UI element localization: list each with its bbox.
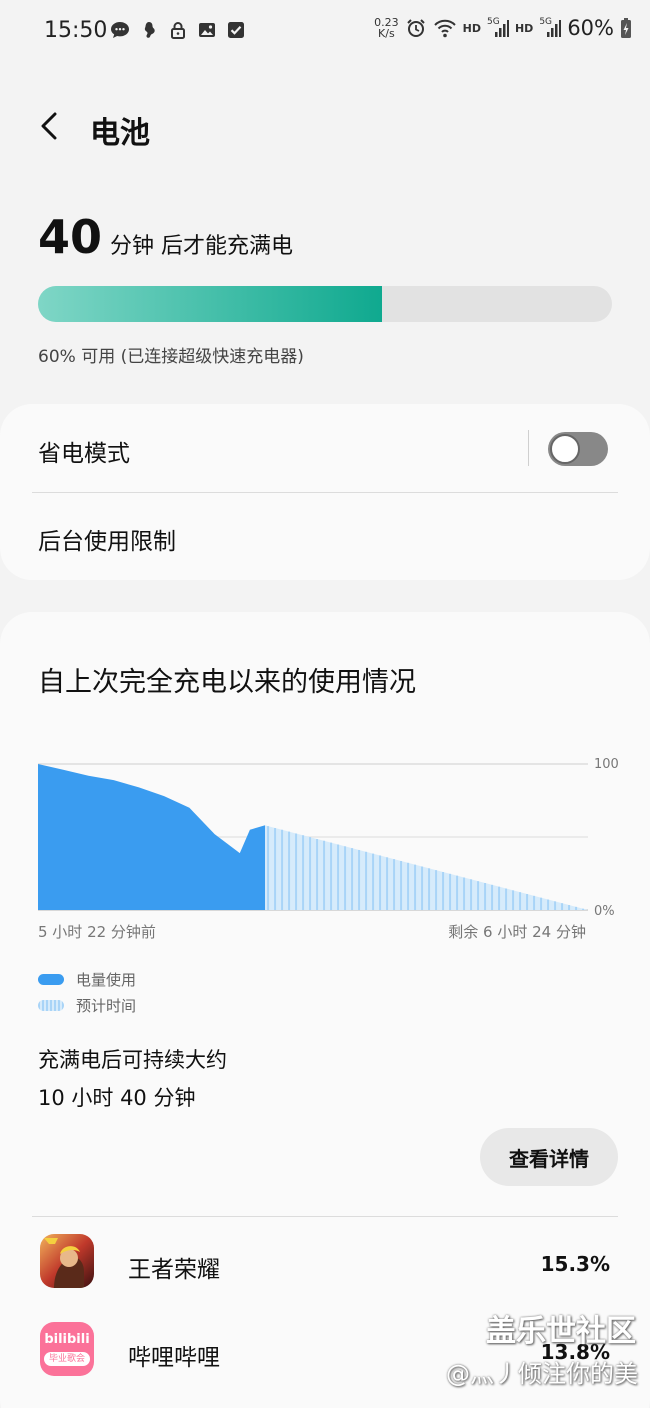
- status-right: 0.23 K/s HD 5G HD 5G 60%: [374, 16, 632, 40]
- signal-icon: 5G: [539, 17, 562, 39]
- toggle-knob: [550, 434, 580, 464]
- status-left-icons: [110, 20, 246, 40]
- view-details-button[interactable]: 查看详情: [480, 1128, 618, 1186]
- bilibili-logo-subtext: 毕业歌会: [44, 1352, 90, 1366]
- power-saving-label: 省电模式: [38, 441, 130, 467]
- message-icon: [111, 22, 129, 38]
- hd-label-2: HD: [514, 21, 534, 35]
- wifi-icon: [433, 19, 456, 38]
- divider: [32, 1216, 618, 1217]
- watermark-author: @灬丿倾注你的美: [446, 1360, 638, 1388]
- charge-text: 分钟 后才能充满电: [110, 234, 294, 259]
- power-saving-toggle[interactable]: [548, 432, 608, 466]
- app-name: 王者荣耀: [128, 1257, 220, 1283]
- legend-label-estimated: 预计时间: [76, 996, 137, 1015]
- estimate-label: 充满电后可持续大约: [38, 1048, 227, 1072]
- net-speed: 0.23 K/s: [374, 17, 399, 39]
- status-battery-percent: 60%: [567, 16, 614, 40]
- y-tick-label: 100: [594, 757, 619, 772]
- image-icon: [199, 23, 215, 37]
- charge-status: 60% 可用 (已连接超级快速充电器): [38, 347, 304, 367]
- x-tick-label: 剩余 6 小时 24 分钟: [448, 923, 586, 941]
- signal-icon: 5G: [487, 17, 509, 39]
- charge-progress-bar: [38, 286, 612, 322]
- check-icon: [228, 22, 244, 38]
- app-notify-icon: [144, 22, 155, 38]
- status-bar: 15:50 0.23 K/s HD 5G HD 5G 60%: [0, 0, 650, 64]
- bilibili-icon: bilibili 毕业歌会: [40, 1322, 94, 1376]
- page-title: 电池: [90, 116, 150, 151]
- lock-icon: [171, 22, 185, 39]
- net-speed-unit: K/s: [378, 27, 395, 40]
- chevron-left-icon[interactable]: [30, 106, 70, 146]
- x-tick-label: 5 小时 22 分钟前: [38, 923, 156, 941]
- bilibili-logo-text: bilibili: [44, 1332, 90, 1347]
- y-tick-label: 0%: [594, 904, 615, 919]
- chart-legend: 电量使用 预计时间: [38, 966, 136, 1018]
- power-saving-row[interactable]: 省电模式: [0, 404, 650, 492]
- watermark-community: 盖乐世社区: [486, 1314, 636, 1349]
- charge-time: 40 分钟 后才能充满电: [38, 210, 293, 264]
- usage-card: 自上次完全充电以来的使用情况 100 0% 5 小时 22 分钟前 剩余 6 小…: [0, 612, 650, 1408]
- header: 电池: [0, 96, 650, 160]
- legend-item-used: 电量使用: [38, 966, 136, 992]
- legend-label-used: 电量使用: [76, 970, 137, 989]
- settings-card: 省电模式 后台使用限制: [0, 404, 650, 580]
- background-limits-label: 后台使用限制: [38, 529, 176, 555]
- charge-minutes: 40: [38, 210, 103, 264]
- app-row-honor-of-kings[interactable]: 王者荣耀 15.3%: [0, 1218, 650, 1306]
- honor-of-kings-icon: [40, 1234, 94, 1288]
- row-vertical-divider: [528, 430, 529, 466]
- legend-swatch-estimated: [38, 999, 64, 1011]
- hd-label-1: HD: [462, 21, 481, 35]
- status-time: 15:50: [44, 18, 108, 43]
- app-percent: 15.3%: [540, 1252, 610, 1276]
- app-name: 哔哩哔哩: [128, 1345, 220, 1371]
- legend-item-estimated: 预计时间: [38, 992, 136, 1018]
- usage-title: 自上次完全充电以来的使用情况: [38, 667, 416, 698]
- battery-charging-icon: [621, 18, 631, 38]
- background-limits-row[interactable]: 后台使用限制: [0, 492, 650, 580]
- chart-area-estimated: [265, 825, 588, 910]
- battery-usage-chart: 100 0% 5 小时 22 分钟前 剩余 6 小时 24 分钟: [38, 757, 619, 941]
- alarm-icon: [406, 19, 425, 37]
- estimate-value: 10 小时 40 分钟: [38, 1086, 196, 1110]
- legend-swatch-used: [38, 973, 64, 985]
- charge-progress-fill: [38, 286, 383, 322]
